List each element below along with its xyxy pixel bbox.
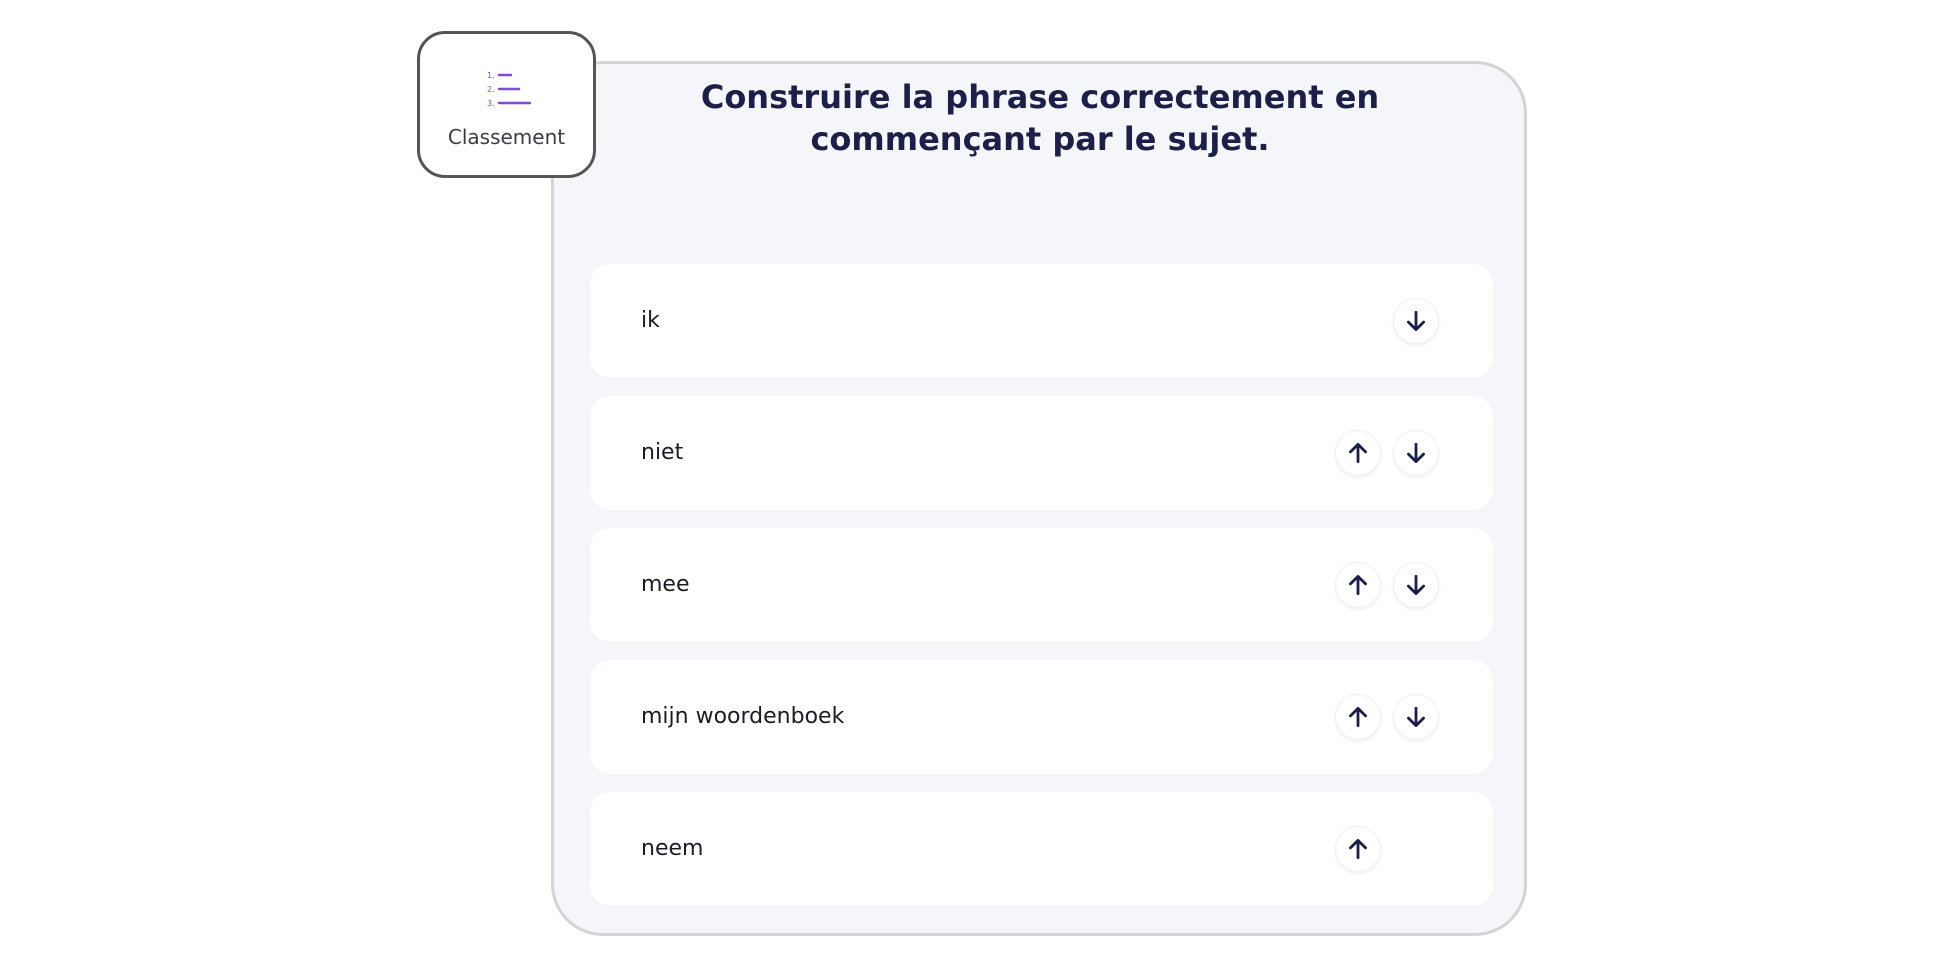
ordered-list-icon: 1. 2. 3. xyxy=(487,71,532,108)
arrow-up-icon xyxy=(1345,836,1371,862)
sortable-item[interactable]: mee xyxy=(590,528,1493,642)
svg-text:3.: 3. xyxy=(487,99,495,108)
arrow-down-icon xyxy=(1403,440,1429,466)
sortable-item-text: mijn woordenboek xyxy=(641,704,845,729)
sortable-item-text: niet xyxy=(641,440,684,465)
move-down-button[interactable] xyxy=(1394,563,1438,607)
sortable-item-text: ik xyxy=(641,308,660,333)
sortable-item[interactable]: mijn woordenboek xyxy=(590,660,1493,774)
arrow-down-icon xyxy=(1403,572,1429,598)
move-up-button[interactable] xyxy=(1336,827,1380,871)
sortable-item[interactable]: ik xyxy=(590,264,1493,378)
svg-text:2.: 2. xyxy=(487,85,495,94)
move-up-button[interactable] xyxy=(1336,563,1380,607)
move-up-button[interactable] xyxy=(1336,695,1380,739)
exercise-stage: 1. 2. 3. Classement Construire la phrase… xyxy=(0,0,1935,973)
move-down-button[interactable] xyxy=(1394,695,1438,739)
sortable-item-text: neem xyxy=(641,836,704,861)
arrow-up-icon xyxy=(1345,572,1371,598)
activity-type-label: Classement xyxy=(447,125,566,149)
svg-text:1.: 1. xyxy=(487,71,495,80)
activity-type-badge: 1. 2. 3. Classement xyxy=(417,31,596,178)
question-title: Construire la phrase correctement en com… xyxy=(700,78,1380,158)
arrow-down-icon xyxy=(1403,704,1429,730)
move-down-button[interactable] xyxy=(1394,431,1438,475)
move-down-button[interactable] xyxy=(1394,299,1438,343)
arrow-up-icon xyxy=(1345,440,1371,466)
sortable-item[interactable]: niet xyxy=(590,396,1493,510)
sortable-item-text: mee xyxy=(641,572,690,597)
arrow-down-icon xyxy=(1403,308,1429,334)
move-up-button[interactable] xyxy=(1336,431,1380,475)
arrow-up-icon xyxy=(1345,704,1371,730)
sortable-item[interactable]: neem xyxy=(590,792,1493,906)
